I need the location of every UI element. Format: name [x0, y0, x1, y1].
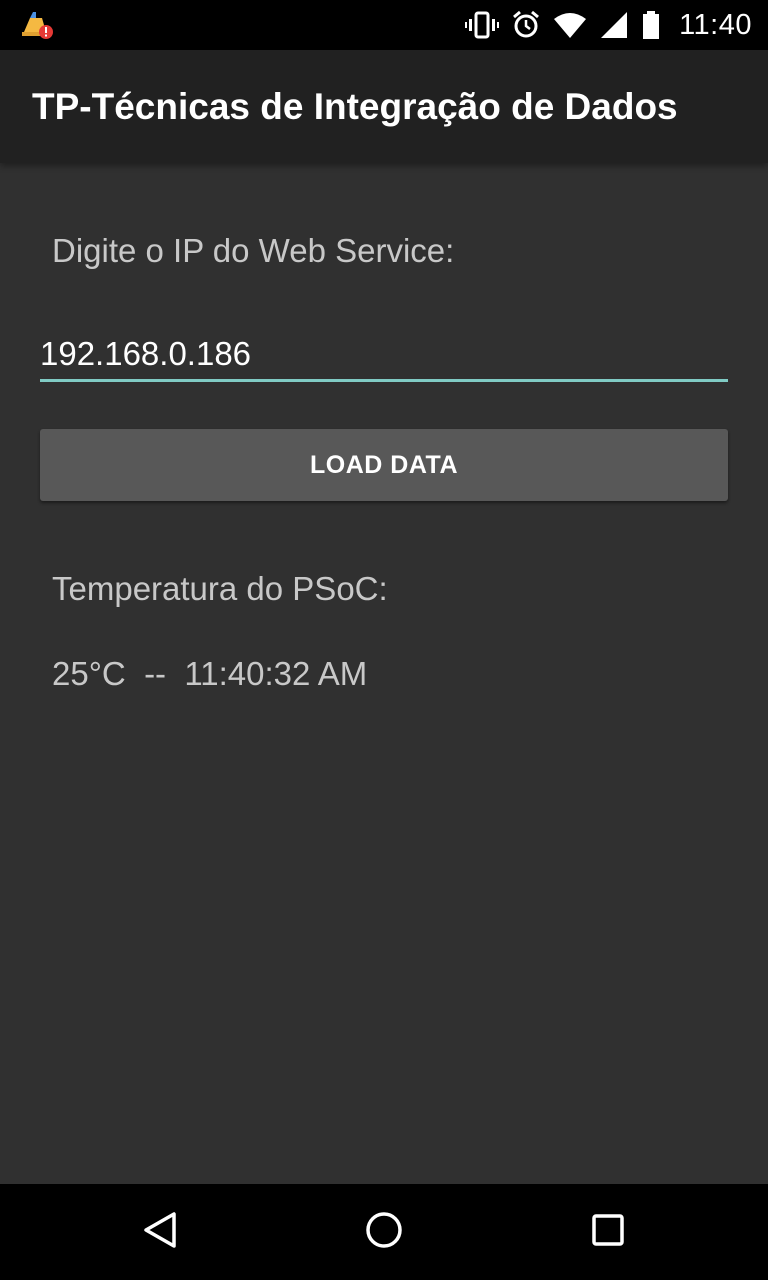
- back-button[interactable]: [132, 1204, 188, 1260]
- status-icons: 11:40: [465, 0, 752, 50]
- temperature-value: 25°C -- 11:40:32 AM: [52, 655, 368, 692]
- cleaner-app-alert-icon: [20, 10, 54, 40]
- app-title: TP-Técnicas de Integração de Dados: [32, 86, 678, 127]
- load-data-button[interactable]: LOAD DATA: [40, 429, 728, 501]
- recents-button[interactable]: [580, 1204, 636, 1260]
- app-screen: 11:40 TP-Técnicas de Integração de Dados…: [0, 0, 768, 1280]
- temperature-label: Temperatura do PSoC:: [52, 570, 388, 607]
- ip-label: Digite o IP do Web Service:: [52, 232, 455, 269]
- ip-input[interactable]: [40, 328, 728, 382]
- vibrate-icon: [465, 10, 500, 40]
- battery-icon: [641, 10, 661, 40]
- status-time: 11:40: [679, 8, 752, 41]
- cell-signal-icon: [597, 10, 631, 40]
- home-icon: [364, 1210, 404, 1255]
- navigation-bar: [0, 1184, 768, 1280]
- action-bar: TP-Técnicas de Integração de Dados: [0, 50, 768, 163]
- recents-icon: [588, 1210, 628, 1255]
- back-icon: [140, 1210, 180, 1255]
- status-bar: 11:40: [0, 0, 768, 50]
- alarm-icon: [509, 10, 543, 40]
- home-button[interactable]: [356, 1204, 412, 1260]
- wifi-icon: [553, 10, 587, 40]
